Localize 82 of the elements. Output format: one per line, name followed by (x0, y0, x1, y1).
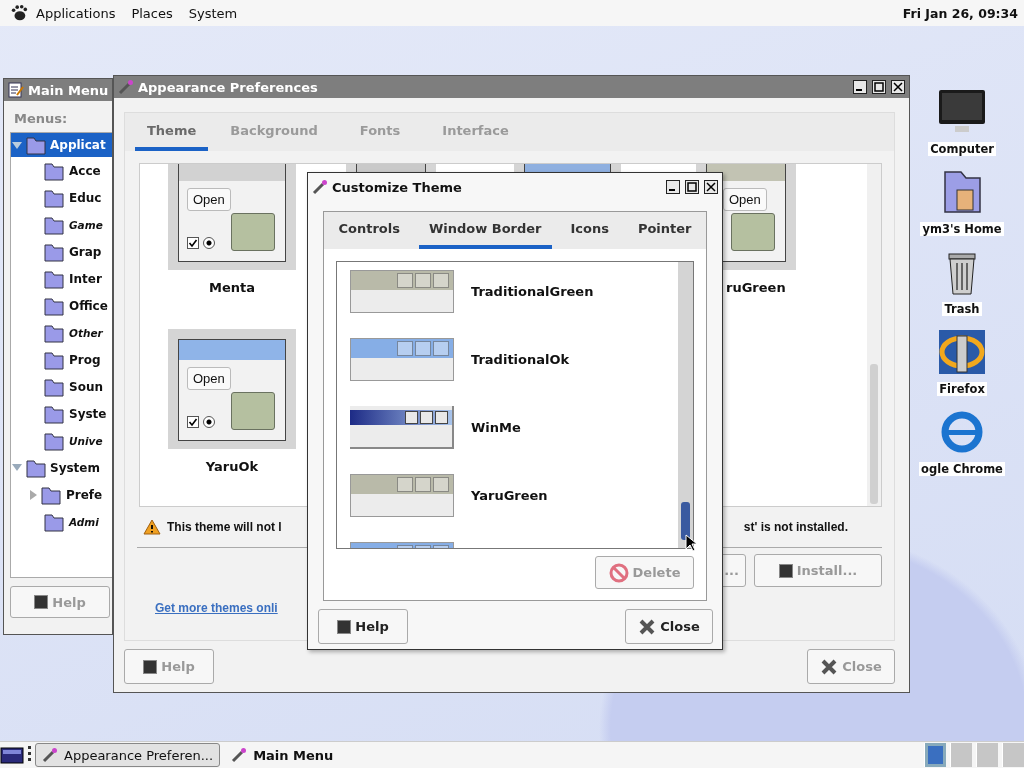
tree-item[interactable]: Educ (11, 184, 112, 211)
window-icon (42, 747, 58, 763)
tree-item[interactable]: Grap (11, 238, 112, 265)
border-theme-name[interactable]: WinMe (471, 420, 521, 435)
close-icon[interactable] (891, 80, 905, 94)
window-icon (231, 747, 248, 763)
tree-item[interactable]: System (11, 454, 112, 481)
mouse-pointer-icon (685, 534, 697, 552)
themes-link[interactable]: Get more themes onli (155, 601, 278, 615)
theme-preview[interactable]: Open (168, 329, 296, 449)
folder-icon (25, 134, 47, 156)
workspace-switcher-cell[interactable] (950, 743, 972, 767)
border-theme-name[interactable]: TraditionalOk (471, 352, 570, 367)
maximize-icon[interactable] (685, 180, 699, 194)
warning-icon (143, 519, 161, 535)
tab[interactable]: Theme (135, 113, 209, 151)
tree-item[interactable]: Unive (11, 427, 112, 454)
preview-open-button: Open (187, 188, 231, 211)
desktop-icon-label[interactable]: ogle Chrome (919, 462, 1005, 476)
scrollbar[interactable] (867, 164, 881, 506)
task-label: Main Menu (253, 747, 334, 763)
maximize-icon[interactable] (872, 80, 886, 94)
close-icon (820, 657, 839, 676)
desktop-icon-label[interactable]: Computer (928, 142, 996, 156)
window-title: Main Menu (28, 82, 109, 98)
border-theme-name[interactable]: YaruGreen (471, 488, 548, 503)
desktop-icon-label[interactable]: ym3's Home (920, 222, 1004, 236)
brush-icon (118, 79, 134, 95)
taskbar-button[interactable]: Appearance Preferen... (35, 743, 221, 767)
warning-text: This theme will not l (167, 520, 282, 534)
foot-icon[interactable] (10, 4, 28, 22)
folder-icon (731, 213, 775, 251)
menu-editor-icon (8, 82, 24, 98)
tree-item[interactable]: Office (11, 292, 112, 319)
preview-open-button: Open (187, 367, 231, 390)
workspace-switcher-cell[interactable] (1002, 743, 1024, 767)
desktop-icon-label[interactable]: Trash (942, 302, 982, 316)
no-entry-icon (608, 562, 629, 583)
tree-item[interactable]: Syste (11, 400, 112, 427)
tree-item[interactable]: Inter (11, 265, 112, 292)
tree-item[interactable]: Admi (11, 508, 112, 535)
workspace-switcher-cell[interactable] (924, 743, 946, 767)
tab[interactable]: Window Border (418, 212, 552, 249)
menus-label: Menus: (14, 111, 69, 126)
folder-icon (231, 213, 275, 251)
task-label: Appearance Preferen... (64, 747, 214, 763)
tree-item[interactable]: Other (11, 319, 112, 346)
preview-open-button: Open (723, 188, 767, 211)
minimize-icon[interactable] (666, 180, 680, 194)
theme-name[interactable]: YaruOk (168, 459, 296, 474)
warning-text: st' is not installed. (743, 520, 848, 534)
tab[interactable]: Icons (560, 212, 619, 249)
tree-item[interactable]: Soun (11, 373, 112, 400)
minimize-icon[interactable] (853, 80, 867, 94)
close-icon (638, 617, 657, 636)
panel-menu[interactable]: Places (131, 5, 173, 21)
theme-name[interactable]: Menta (168, 280, 296, 295)
help-button[interactable]: Help (318, 609, 408, 644)
clock[interactable]: Fri Jan 26, 09:34 (902, 5, 1018, 21)
tree-item[interactable]: Prefe (11, 481, 112, 508)
border-theme-name[interactable]: TraditionalGreen (471, 284, 594, 299)
theme-preview[interactable]: Open (168, 164, 296, 270)
theme-name[interactable]: ruGreen (726, 280, 796, 295)
panel-menu[interactable]: System (188, 5, 238, 21)
desktop-icon-label[interactable]: Firefox (937, 382, 987, 396)
border-preview[interactable] (350, 406, 454, 449)
scrollbar[interactable] (678, 262, 693, 548)
close-button[interactable]: Close (625, 609, 713, 644)
taskbar-button[interactable]: Main Menu (224, 743, 341, 767)
close-icon[interactable] (704, 180, 718, 194)
tree-item[interactable]: Prog (11, 346, 112, 373)
show-desktop-icon[interactable] (0, 745, 24, 765)
brush-icon (312, 179, 328, 195)
tab[interactable]: Controls (328, 212, 410, 249)
window-title: Customize Theme (332, 179, 462, 195)
workspace-switcher-cell[interactable] (976, 743, 998, 767)
panel-menu[interactable]: Applications (36, 5, 116, 21)
folder-icon (231, 392, 275, 430)
window-title: Appearance Preferences (138, 79, 318, 95)
tree-item[interactable]: Acce (11, 157, 112, 184)
tree-item[interactable]: Game (11, 211, 112, 238)
tree-item[interactable]: Applicat (11, 133, 112, 157)
